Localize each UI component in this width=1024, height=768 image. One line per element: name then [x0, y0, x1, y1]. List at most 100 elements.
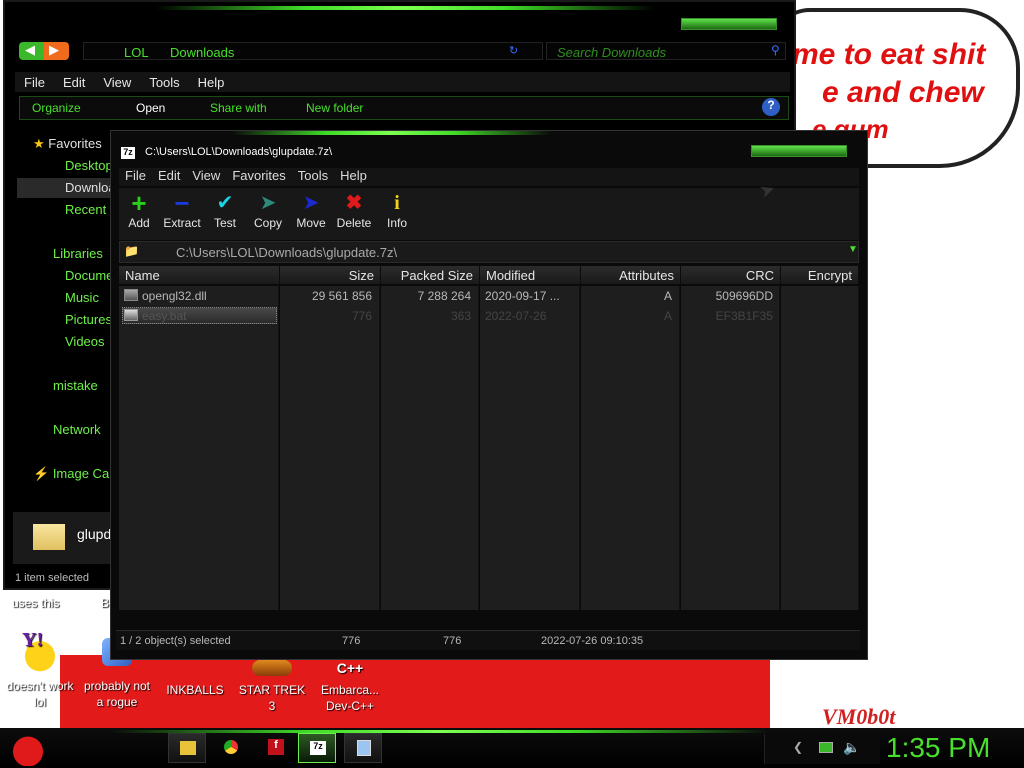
desktop-icon-devcpp[interactable]: C++ Embarca... Dev-C++ [310, 660, 390, 714]
back-forward-button[interactable]: ◀ ▶ [19, 42, 69, 60]
window-controls[interactable] [681, 18, 777, 30]
menu-tools[interactable]: Tools [292, 168, 334, 183]
desktop-icon-yahoo[interactable]: Y! doesn't work lol [0, 630, 80, 710]
title-glow [231, 131, 551, 135]
taskbar-sevenzip[interactable]: 7z [298, 733, 336, 763]
toolbar-label: Info [386, 216, 407, 230]
column-header-crc[interactable]: CRC [681, 266, 781, 284]
cell-crc: EF3B1F35 [715, 309, 773, 323]
column-header-name[interactable]: Name [119, 266, 280, 284]
search-placeholder: Search Downloads [557, 45, 667, 60]
taskbar-flash[interactable]: f [256, 733, 294, 763]
nav-image-ca[interactable]: ⚡ Image Ca [33, 466, 109, 482]
menu-view[interactable]: View [94, 72, 140, 93]
delete-x-icon: ✖ [345, 192, 363, 214]
breadcrumb-lol[interactable]: LOL [124, 45, 149, 60]
back-arrow-icon: ◀ [25, 42, 35, 57]
devcpp-icon: C++ [336, 660, 364, 676]
taskbar-clock[interactable]: 1:35 PM [886, 732, 990, 764]
nav-desktop[interactable]: Desktop [45, 158, 113, 173]
nav-pictures[interactable]: Pictures [45, 312, 112, 327]
menu-file[interactable]: File [15, 72, 54, 93]
menu-favorites[interactable]: Favorites [226, 168, 291, 183]
nav-libraries[interactable]: Libraries [33, 246, 103, 261]
cell-modified: 2020-09-17 ... [485, 289, 560, 303]
nav-music[interactable]: Music [45, 290, 99, 305]
info-button[interactable]: i Info [384, 192, 410, 230]
sevenzip-menu-bar: File Edit View Favorites Tools Help [119, 168, 859, 186]
refresh-icon[interactable]: ↻ [509, 44, 518, 57]
chevron-down-icon[interactable]: ▼ [848, 244, 858, 255]
copy-button[interactable]: ➤ Copy [250, 192, 286, 230]
search-icon: ⚲ [771, 43, 780, 57]
column-header-attributes[interactable]: Attributes [581, 266, 681, 284]
path-bar[interactable]: 📁 C:\Users\LOL\Downloads\glupdate.7z\ ▼ [119, 241, 859, 263]
help-icon[interactable]: ? [762, 98, 780, 116]
search-field[interactable]: Search Downloads ⚲ [546, 42, 786, 60]
nav-favorites[interactable]: ★ Favorites [33, 136, 102, 152]
open-button[interactable]: Open [136, 101, 165, 115]
up-folder-icon[interactable]: 📁 [124, 244, 139, 258]
taskbar-chrome[interactable] [212, 733, 250, 763]
menu-help[interactable]: Help [334, 168, 373, 183]
breadcrumb-downloads[interactable]: Downloads [170, 45, 234, 60]
menu-view[interactable]: View [186, 168, 226, 183]
start-button-angry-bird-icon[interactable] [8, 730, 48, 766]
extract-button[interactable]: − Extract [160, 190, 204, 230]
menu-file[interactable]: File [119, 168, 152, 183]
table-row-selected[interactable]: easy.bat 776 363 2022-07-26 A EF3B1F35 [119, 307, 859, 325]
flash-icon: f [268, 739, 284, 755]
dll-file-icon [124, 289, 138, 301]
menu-edit[interactable]: Edit [152, 168, 186, 183]
bat-file-icon [124, 309, 138, 321]
add-button[interactable]: + Add [124, 190, 154, 230]
cell-packed: 363 [450, 309, 471, 323]
column-header-modified[interactable]: Modified [480, 266, 581, 284]
test-button[interactable]: ✔ Test [208, 192, 242, 230]
desktop-icon-label: probably not [83, 679, 151, 693]
column-bg [781, 286, 859, 610]
desktop-icon-label: Embarca... [320, 683, 380, 697]
menu-help[interactable]: Help [189, 72, 234, 93]
menu-edit[interactable]: Edit [54, 72, 94, 93]
chevron-icon[interactable]: ❮ [793, 740, 803, 754]
new-folder-button[interactable]: New folder [306, 101, 363, 115]
nav-label: Music [65, 290, 99, 305]
address-bar[interactable]: LOL Downloads ↻ [83, 42, 543, 60]
nav-network[interactable]: Network [33, 422, 101, 437]
nav-label: Image Ca [52, 466, 110, 481]
table-row[interactable]: opengl32.dll 29 561 856 7 288 264 2020-0… [119, 287, 859, 305]
sevenzip-icon: 7z [310, 741, 326, 755]
yahoo-messenger-icon: Y! [18, 630, 62, 676]
column-header-packed-size[interactable]: Packed Size [381, 266, 480, 284]
nav-recent[interactable]: Recent [45, 202, 106, 217]
watermark: VM0b0t [822, 704, 896, 729]
column-header-size[interactable]: Size [280, 266, 381, 284]
nav-label: Libraries [53, 246, 103, 261]
delete-button[interactable]: ✖ Delete [334, 192, 374, 230]
explorer-status: 1 item selected [15, 572, 89, 584]
toolbar-label: Test [213, 216, 236, 230]
nav-videos[interactable]: Videos [45, 334, 105, 349]
move-button[interactable]: ➤ Move [294, 192, 328, 230]
cell-attributes: A [663, 309, 672, 323]
desktop-icon-inkball[interactable]: INKBALLS [155, 682, 235, 698]
copy-arrow-icon: ➤ [259, 192, 277, 214]
volume-icon[interactable]: 🔈 [843, 739, 860, 756]
desktop-icon[interactable]: uses this [0, 595, 80, 611]
window-controls[interactable] [751, 145, 847, 157]
chrome-icon [224, 740, 238, 754]
nav-mistake[interactable]: mistake [33, 378, 98, 393]
column-header-encrypted[interactable]: Encrypt [781, 266, 859, 284]
taskbar-explorer[interactable] [168, 733, 206, 763]
organize-button[interactable]: Organize [32, 101, 81, 115]
desktop-icon-startrek[interactable]: STAR TREK 3 [232, 660, 312, 714]
network-icon[interactable] [819, 742, 833, 753]
forward-arrow-icon: ▶ [49, 42, 59, 57]
menu-tools[interactable]: Tools [140, 72, 188, 93]
status-size: 776 [342, 635, 361, 647]
cell-name: easy.bat [142, 309, 187, 323]
desktop-icon-label: doesn't work [6, 679, 74, 693]
taskbar-notepad[interactable] [344, 733, 382, 763]
share-with-button[interactable]: Share with [210, 101, 267, 115]
